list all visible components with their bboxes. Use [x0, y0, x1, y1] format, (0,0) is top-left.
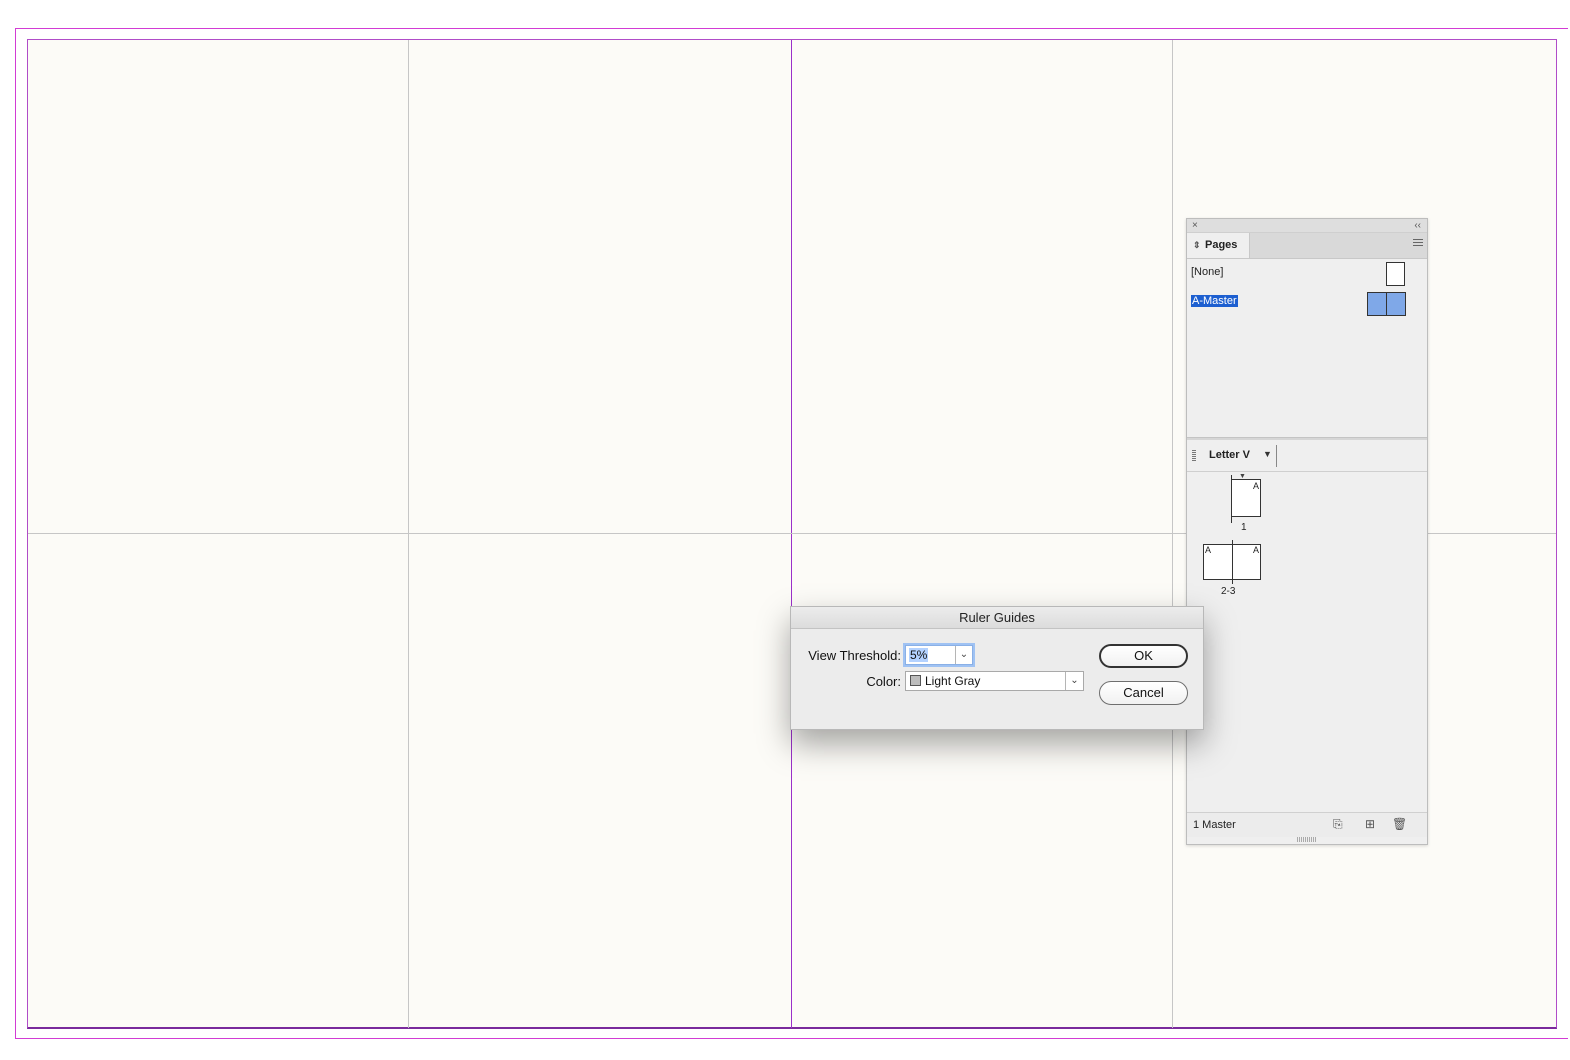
- chevron-down-icon[interactable]: ⌄: [1065, 672, 1083, 690]
- master-item-a-master[interactable]: A-Master: [1191, 295, 1238, 307]
- panel-titlebar: × ‹‹: [1187, 219, 1427, 233]
- ruler-guides-dialog: Ruler Guides View Threshold: 5% ⌄ Color:…: [790, 606, 1204, 730]
- color-value: Light Gray: [925, 674, 981, 688]
- page-size-label[interactable]: Letter V: [1209, 449, 1250, 461]
- ruler-guide-vertical[interactable]: [1172, 40, 1173, 1028]
- ok-button[interactable]: OK: [1099, 644, 1188, 668]
- chevron-down-icon[interactable]: ▼: [1263, 449, 1272, 459]
- view-threshold-label: View Threshold:: [808, 648, 901, 663]
- master-item-none[interactable]: [None]: [1191, 266, 1223, 278]
- close-icon[interactable]: ×: [1192, 219, 1198, 232]
- page-master-letter: A: [1205, 545, 1212, 555]
- divider: [1276, 445, 1277, 467]
- ruler-guide-vertical[interactable]: [408, 40, 409, 1028]
- new-page-icon[interactable]: ⊞: [1365, 817, 1375, 831]
- sort-arrows-icon: ⇕: [1193, 240, 1201, 250]
- page-number: 2-3: [1221, 586, 1236, 597]
- collapse-icon[interactable]: ‹‹: [1414, 219, 1421, 232]
- master-a-thumbnail[interactable]: [1367, 292, 1406, 316]
- page-size-bar: Letter V ▼: [1187, 441, 1427, 472]
- color-select[interactable]: Light Gray ⌄: [905, 671, 1084, 691]
- dialog-title: Ruler Guides: [791, 607, 1203, 629]
- chevron-down-icon[interactable]: ⌄: [955, 646, 972, 664]
- cancel-button[interactable]: Cancel: [1099, 681, 1188, 705]
- panel-menu-icon[interactable]: [1413, 239, 1423, 251]
- view-threshold-value: 5%: [909, 648, 929, 662]
- master-item-label: [None]: [1191, 266, 1224, 278]
- page-number: 1: [1241, 522, 1247, 533]
- panel-divider[interactable]: [1187, 437, 1427, 440]
- color-label: Color:: [866, 674, 901, 689]
- spread-spine: [791, 40, 792, 1028]
- tab-pages[interactable]: ⇕ Pages: [1187, 233, 1250, 258]
- master-item-label: A-Master: [1191, 295, 1238, 307]
- view-threshold-input[interactable]: 5% ⌄: [905, 645, 973, 665]
- master-none-thumbnail[interactable]: [1386, 262, 1405, 286]
- panel-footer: 1 Master ⎘ ⊞ 🗑: [1187, 812, 1427, 837]
- page-master-letter: A: [1253, 545, 1260, 555]
- edit-page-size-icon[interactable]: ⎘: [1333, 817, 1343, 832]
- pages-panel: × ‹‹ ⇕ Pages [None] A-Master Letter V ▼: [1186, 218, 1428, 845]
- delete-page-icon[interactable]: 🗑: [1392, 817, 1407, 831]
- page-master-letter: A: [1253, 481, 1260, 491]
- grip-icon[interactable]: [1192, 450, 1196, 461]
- panel-tabbar: ⇕ Pages: [1187, 233, 1427, 259]
- resize-grip-icon[interactable]: [1297, 837, 1317, 842]
- color-swatch: [910, 675, 921, 686]
- tab-pages-label: Pages: [1205, 239, 1238, 251]
- indesign-workspace: × ‹‹ ⇕ Pages [None] A-Master Letter V ▼: [0, 0, 1570, 1060]
- page-count: 1 Master: [1193, 819, 1236, 831]
